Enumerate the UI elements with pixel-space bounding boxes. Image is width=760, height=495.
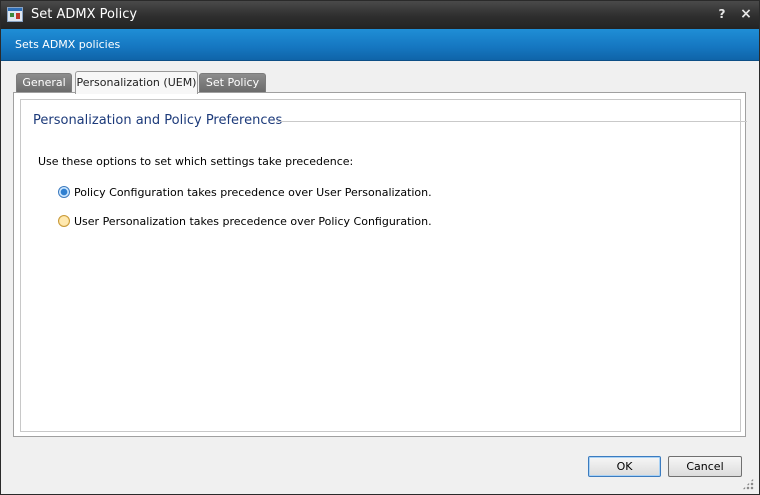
- banner-description: Sets ADMX policies: [15, 38, 121, 51]
- resize-grip[interactable]: [742, 478, 754, 490]
- close-icon[interactable]: ×: [738, 6, 754, 22]
- radio-button-unchecked[interactable]: [58, 215, 70, 227]
- section-title: Personalization and Policy Preferences: [33, 113, 283, 128]
- tab-personalization-uem[interactable]: Personalization (UEM): [75, 71, 198, 94]
- radio-label[interactable]: User Personalization takes precedence ov…: [74, 215, 432, 228]
- dialog-window: Set ADMX Policy ? × Sets ADMX policies G…: [0, 0, 760, 495]
- tab-content-panel: Personalization and Policy Preferences U…: [13, 92, 747, 437]
- title-bar[interactable]: Set ADMX Policy ? ×: [1, 1, 759, 29]
- instructions-text: Use these options to set which settings …: [38, 155, 354, 168]
- help-icon[interactable]: ?: [714, 6, 730, 22]
- radio-label[interactable]: Policy Configuration takes precedence ov…: [74, 186, 432, 199]
- header-banner: Sets ADMX policies: [1, 29, 759, 61]
- tab-set-policy[interactable]: Set Policy: [199, 73, 266, 92]
- app-icon: [7, 7, 23, 22]
- ok-button[interactable]: OK: [588, 456, 661, 477]
- cancel-button[interactable]: Cancel: [668, 456, 742, 477]
- preferences-group: Personalization and Policy Preferences U…: [20, 99, 747, 432]
- radio-button-checked[interactable]: [58, 186, 70, 198]
- section-divider: [277, 121, 747, 122]
- tab-general[interactable]: General: [16, 73, 72, 92]
- window-title: Set ADMX Policy: [31, 7, 138, 22]
